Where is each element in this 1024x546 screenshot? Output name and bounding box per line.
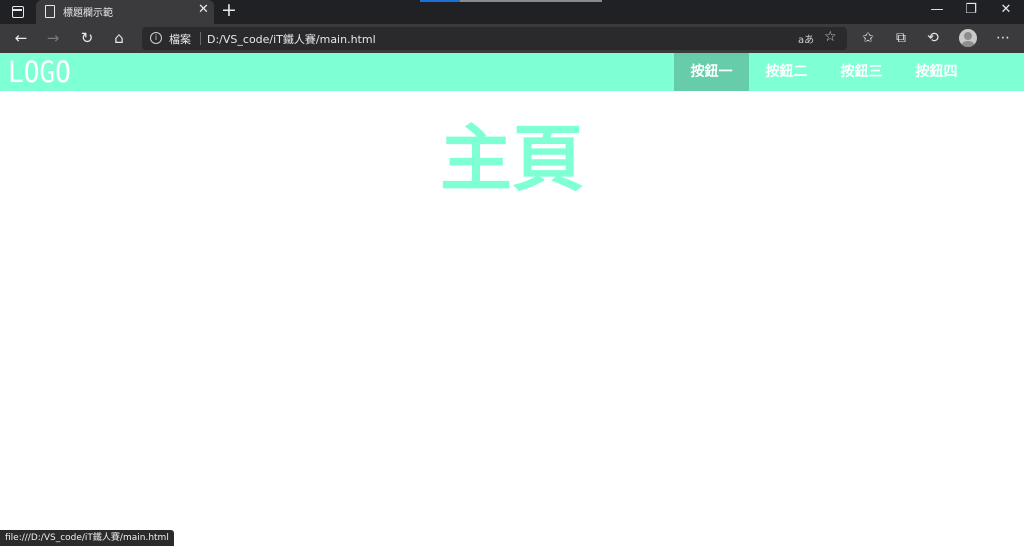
close-icon[interactable]: ✕: [198, 2, 209, 17]
address-divider: [200, 32, 201, 45]
site-navbar: LOGO 按鈕一 按鈕二 按鈕三 按鈕四: [0, 53, 1024, 91]
refresh-icon[interactable]: ↻: [76, 27, 98, 49]
info-icon[interactable]: i: [150, 32, 162, 44]
read-aloud-icon[interactable]: aあ: [798, 31, 814, 46]
nav-item-2[interactable]: 按鈕二: [749, 53, 824, 91]
add-favorite-icon[interactable]: ☆: [824, 29, 837, 45]
browser-tab-bar: 標題欄示範 ✕ + — ❐ ✕: [0, 0, 1024, 24]
document-icon: [45, 5, 55, 18]
forward-arrow-icon[interactable]: →: [42, 27, 64, 49]
history-icon[interactable]: ⟲: [922, 27, 944, 49]
more-icon[interactable]: ⋯: [992, 27, 1014, 49]
tab-title: 標題欄示範: [63, 8, 113, 19]
window-icon[interactable]: [12, 6, 24, 18]
collections-icon[interactable]: ⧉: [890, 27, 912, 49]
site-logo[interactable]: LOGO: [8, 53, 71, 91]
plus-icon[interactable]: +: [220, 0, 238, 21]
favorites-icon[interactable]: ✩: [857, 27, 879, 49]
tab-strip-indicator: [460, 0, 602, 2]
tab-strip-accent: [420, 0, 460, 2]
restore-icon[interactable]: ❐: [961, 2, 981, 17]
home-icon[interactable]: ⌂: [108, 27, 130, 49]
web-page: LOGO 按鈕一 按鈕二 按鈕三 按鈕四 主頁: [0, 53, 1024, 546]
back-arrow-icon[interactable]: ←: [10, 27, 32, 49]
nav-menu: 按鈕一 按鈕二 按鈕三 按鈕四: [674, 53, 974, 91]
status-url-preview: file:///D:/VS_code/iT鐵人賽/main.html: [0, 530, 174, 546]
page-heading: 主頁: [439, 117, 584, 201]
profile-avatar[interactable]: [959, 29, 977, 47]
url-text[interactable]: D:/VS_code/iT鐵人賽/main.html: [207, 31, 376, 47]
window-close-icon[interactable]: ✕: [996, 2, 1016, 17]
address-bar[interactable]: i 檔案 D:/VS_code/iT鐵人賽/main.html aあ ☆: [142, 27, 847, 50]
minimize-icon[interactable]: —: [927, 2, 947, 17]
browser-toolbar: ← → ↻ ⌂ i 檔案 D:/VS_code/iT鐵人賽/main.html …: [0, 24, 1024, 53]
nav-item-4[interactable]: 按鈕四: [899, 53, 974, 91]
nav-item-1[interactable]: 按鈕一: [674, 53, 749, 91]
address-label: 檔案: [169, 33, 191, 46]
nav-item-3[interactable]: 按鈕三: [824, 53, 899, 91]
browser-tab[interactable]: 標題欄示範 ✕: [36, 0, 214, 24]
